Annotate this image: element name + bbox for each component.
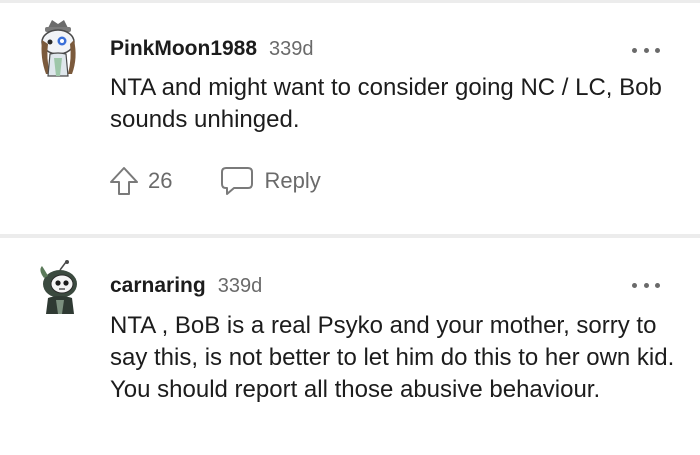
comment-feed: PinkMoon1988 339d NTA and might want to … [0,0,700,455]
avatar[interactable] [36,18,84,78]
more-dot [643,282,649,288]
comment-body: NTA , BoB is a real Psyko and your mothe… [110,312,675,403]
comment-meta: PinkMoon1988 339d [110,37,314,63]
comment-age: 339d [269,38,314,60]
reply-bubble-icon [221,167,254,195]
more-dot [632,47,637,53]
username[interactable]: carnaring [110,274,206,298]
avatar[interactable] [36,260,84,320]
more-dot [632,282,637,288]
upvote-button[interactable]: 26 [108,165,172,197]
comment: PinkMoon1988 339d NTA and might want to … [0,0,700,234]
more-dot [655,47,660,53]
upvote-count: 26 [148,168,173,193]
comment-age: 339d [217,275,263,297]
username[interactable]: PinkMoon1988 [110,37,257,61]
snoo-avatar-icon [41,20,76,77]
more-dot [655,282,660,288]
more-options-button[interactable] [632,277,660,293]
comment-meta: carnaring 339d [110,274,262,300]
more-options-button[interactable] [632,42,660,58]
upvote-arrow-icon [110,167,138,195]
snoo-avatar-icon [40,260,77,314]
comment-actions: 26 Reply [108,163,321,199]
comment: carnaring 339d NTA , BoB is a real Psyko… [0,238,700,455]
reply-button[interactable]: Reply [220,166,321,196]
comment-body: NTA and might want to consider going NC … [110,74,662,133]
more-dot [643,47,649,53]
reply-label: Reply [264,168,321,193]
